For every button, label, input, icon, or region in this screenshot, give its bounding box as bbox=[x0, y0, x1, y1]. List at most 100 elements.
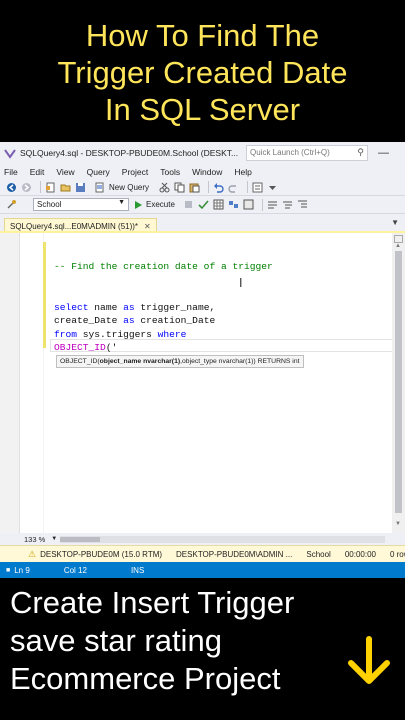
indent-icon[interactable] bbox=[297, 199, 308, 210]
execute-label: Execute bbox=[146, 200, 175, 209]
code-token: create_Date bbox=[54, 315, 124, 326]
banner-title-line-2: Trigger Created Date bbox=[57, 54, 348, 90]
code-line[interactable]: create_Date as creation_Date bbox=[54, 314, 273, 328]
menu-view[interactable]: View bbox=[56, 167, 74, 177]
new-query-label: New Query bbox=[109, 182, 150, 192]
query-status-bar: ⚠ DESKTOP-PBUDE0M (15.0 RTM) DESKTOP-PBU… bbox=[0, 545, 405, 562]
forward-icon[interactable] bbox=[21, 182, 32, 193]
redo-icon[interactable] bbox=[228, 182, 239, 193]
mouse-ibeam-cursor: I bbox=[239, 276, 243, 290]
query-editor[interactable]: -- Find the creation date of a trigger se… bbox=[0, 233, 405, 533]
new-query-button[interactable]: New Query bbox=[94, 182, 149, 193]
code-area[interactable]: -- Find the creation date of a trigger se… bbox=[54, 233, 273, 355]
code-token: from bbox=[54, 328, 78, 340]
status-server: DESKTOP-PBUDE0M (15.0 RTM) bbox=[40, 549, 163, 559]
code-line[interactable] bbox=[54, 233, 273, 247]
code-token: (' bbox=[105, 342, 118, 353]
menu-help[interactable]: Help bbox=[234, 167, 251, 177]
parameter-info-tooltip: OBJECT_ID(object_name nvarchar(1),object… bbox=[56, 355, 304, 368]
banner-title-line-3: In SQL Server bbox=[104, 91, 301, 127]
zoom-level[interactable]: 133 % bbox=[24, 535, 45, 544]
parse-icon[interactable] bbox=[198, 199, 209, 210]
vertical-scrollbar[interactable]: ▲ ▼ bbox=[392, 233, 405, 533]
code-token: as bbox=[123, 315, 135, 326]
code-token: trigger_name, bbox=[134, 301, 216, 313]
database-dropdown[interactable]: School ▼ bbox=[33, 198, 129, 211]
horizontal-scrollbar-thumb[interactable] bbox=[60, 537, 100, 542]
status-rows: 0 rows bbox=[389, 549, 405, 559]
solution-explorer-icon[interactable] bbox=[252, 182, 263, 193]
menu-edit[interactable]: Edit bbox=[30, 167, 45, 177]
database-dropdown-value: School bbox=[37, 200, 62, 209]
toolbar-separator bbox=[261, 198, 263, 211]
code-token: select bbox=[54, 301, 89, 313]
close-icon[interactable]: ✕ bbox=[144, 222, 151, 231]
menu-bar: File Edit View Query Project Tools Windo… bbox=[0, 164, 405, 179]
toolbar-separator bbox=[208, 181, 210, 193]
status-marker-icon: ■ bbox=[6, 566, 11, 574]
change-tracking-bar bbox=[43, 242, 46, 348]
back-icon[interactable] bbox=[6, 182, 17, 193]
ssms-logo-icon bbox=[4, 148, 16, 159]
toolbar-options-icon[interactable] bbox=[267, 182, 278, 193]
copy-icon[interactable] bbox=[174, 182, 185, 193]
code-line[interactable]: from sys.triggers where bbox=[54, 328, 273, 342]
execute-button[interactable]: Execute bbox=[135, 200, 175, 209]
open-file-icon[interactable] bbox=[60, 182, 71, 193]
menu-tools[interactable]: Tools bbox=[160, 167, 180, 177]
chevron-down-icon: ▼ bbox=[118, 199, 125, 206]
editor-margin bbox=[22, 233, 44, 533]
tab-label: SQLQuery4.sql...E0M\ADMIN (51))* bbox=[10, 221, 139, 231]
code-line[interactable] bbox=[54, 247, 273, 261]
comment-icon[interactable] bbox=[267, 199, 278, 210]
undo-icon[interactable] bbox=[213, 182, 224, 193]
code-token: where bbox=[157, 328, 187, 340]
menu-project[interactable]: Project bbox=[122, 167, 148, 177]
query-options-icon[interactable] bbox=[243, 199, 254, 210]
window-title: SQLQuery4.sql - DESKTOP-PBUDE0M.School (… bbox=[20, 148, 239, 158]
status-column: Col 12 bbox=[63, 565, 87, 575]
uncomment-icon[interactable] bbox=[282, 199, 293, 210]
tooltip-current-param: object_name nvarchar(1) bbox=[99, 358, 181, 365]
code-line[interactable]: OBJECT_ID(' bbox=[54, 341, 273, 355]
tab-list-dropdown-icon[interactable]: ▼ bbox=[391, 218, 399, 227]
bottom-banner: Create Insert Trigger save star rating E… bbox=[0, 578, 405, 720]
quick-launch-input[interactable]: Quick Launch (Ctrl+Q) ⚲ bbox=[246, 145, 368, 161]
paste-icon[interactable] bbox=[189, 182, 200, 193]
new-project-icon[interactable] bbox=[45, 182, 56, 193]
connect-icon[interactable] bbox=[6, 199, 17, 210]
status-line: Ln 9 bbox=[14, 565, 30, 575]
scrollbar-thumb[interactable] bbox=[395, 251, 402, 513]
execution-plan-icon[interactable] bbox=[228, 199, 239, 210]
code-token: as bbox=[123, 301, 135, 313]
promo-line-1: Create Insert Trigger bbox=[10, 585, 295, 620]
menu-query[interactable]: Query bbox=[87, 167, 110, 177]
standard-toolbar: New Query bbox=[0, 179, 405, 196]
new-query-icon bbox=[95, 182, 104, 192]
stop-icon[interactable] bbox=[183, 199, 194, 210]
scroll-up-icon[interactable]: ▲ bbox=[395, 243, 401, 249]
minimize-icon[interactable]: — bbox=[378, 147, 389, 159]
code-line[interactable]: select name as trigger_name, bbox=[54, 301, 273, 315]
toolbar-separator bbox=[40, 181, 41, 193]
menu-window[interactable]: Window bbox=[192, 167, 222, 177]
status-database: School bbox=[306, 549, 331, 559]
menu-file[interactable]: File bbox=[4, 167, 18, 177]
scroll-down-icon[interactable]: ▼ bbox=[395, 521, 401, 527]
tooltip-rest: ,object_type nvarchar(1)) RETURNS int bbox=[180, 358, 300, 365]
code-token: creation_Date bbox=[134, 315, 216, 326]
results-grid-icon[interactable] bbox=[213, 199, 224, 210]
save-icon[interactable] bbox=[75, 182, 86, 193]
split-editor-icon[interactable] bbox=[394, 235, 403, 243]
chevron-down-icon[interactable]: ▼ bbox=[51, 536, 57, 542]
sql-editor-toolbar: School ▼ Execute bbox=[0, 196, 405, 214]
ssms-window: SQLQuery4.sql - DESKTOP-PBUDE0M.School (… bbox=[0, 142, 405, 578]
horizontal-scrollbar[interactable] bbox=[60, 536, 385, 543]
search-icon: ⚲ bbox=[357, 147, 364, 157]
toolbar-separator bbox=[247, 181, 249, 193]
quick-launch-placeholder: Quick Launch (Ctrl+Q) bbox=[250, 148, 330, 157]
cut-icon[interactable] bbox=[159, 182, 170, 193]
code-token: OBJECT_ID bbox=[54, 342, 106, 353]
code-line[interactable]: -- Find the creation date of a trigger bbox=[54, 260, 273, 274]
code-token: name bbox=[88, 301, 124, 313]
